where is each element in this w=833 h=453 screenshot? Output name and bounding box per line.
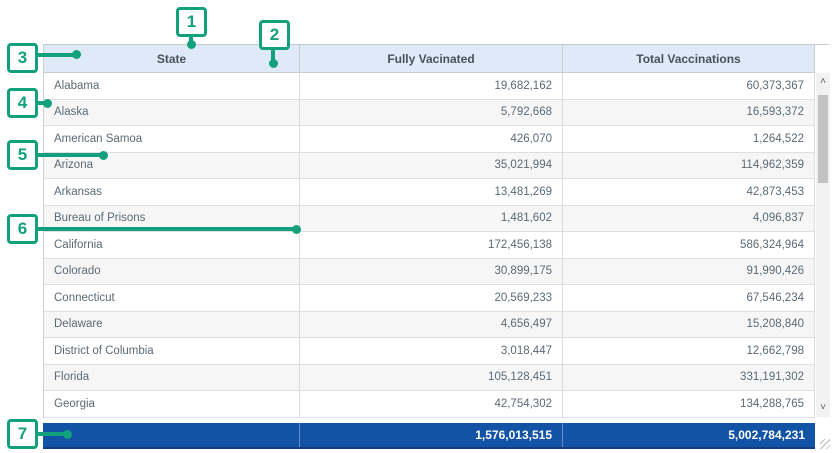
- cell-total-vaccinations[interactable]: 16,593,372: [563, 100, 815, 126]
- callout-3-stem: [36, 53, 76, 57]
- table-row[interactable]: Arkansas 13,481,269 42,873,453: [44, 179, 815, 206]
- callout-5-stem: [36, 153, 102, 157]
- table-top-border: [43, 44, 829, 45]
- cell-fully-vacinated[interactable]: 35,021,994: [300, 153, 563, 179]
- cell-fully-vacinated[interactable]: 42,754,302: [300, 391, 563, 417]
- cell-total-vaccinations[interactable]: 1,264,522: [563, 126, 815, 152]
- totals-cell-fully-vacinated: 1,576,013,515: [300, 423, 563, 447]
- callout-7-box: 7: [7, 419, 38, 449]
- callout-1-dot: [187, 40, 196, 49]
- cell-state[interactable]: Florida: [44, 365, 300, 391]
- cell-total-vaccinations[interactable]: 134,288,765: [563, 391, 815, 417]
- cell-fully-vacinated[interactable]: 19,682,162: [300, 73, 563, 99]
- table-row[interactable]: Colorado 30,899,175 91,990,426: [44, 259, 815, 286]
- callout-5-label: 5: [18, 145, 27, 165]
- table-row[interactable]: Alabama 19,682,162 60,373,367: [44, 73, 815, 100]
- resize-grip-icon: [820, 439, 830, 449]
- callout-7-stem: [36, 432, 66, 436]
- cell-total-vaccinations[interactable]: 4,096,837: [563, 206, 815, 232]
- callout-6-stem: [36, 227, 294, 231]
- cell-state[interactable]: California: [44, 232, 300, 258]
- cell-fully-vacinated[interactable]: 3,018,447: [300, 338, 563, 364]
- table-row[interactable]: Georgia 42,754,302 134,288,765: [44, 391, 815, 418]
- table-row[interactable]: Arizona 35,021,994 114,962,359: [44, 153, 815, 180]
- cell-total-vaccinations[interactable]: 67,546,234: [563, 285, 815, 311]
- cell-state[interactable]: Delaware: [44, 312, 300, 338]
- table-row[interactable]: Delaware 4,656,497 15,208,840: [44, 312, 815, 339]
- callout-5-dot: [99, 151, 108, 160]
- callout-3-label: 3: [18, 48, 27, 68]
- cell-fully-vacinated[interactable]: 13,481,269: [300, 179, 563, 205]
- scroll-up-icon[interactable]: ˄: [816, 75, 830, 89]
- table-row[interactable]: Florida 105,128,451 331,191,302: [44, 365, 815, 392]
- cell-fully-vacinated[interactable]: 426,070: [300, 126, 563, 152]
- callout-5-box: 5: [7, 140, 38, 170]
- cell-state[interactable]: Colorado: [44, 259, 300, 285]
- cell-state[interactable]: Connecticut: [44, 285, 300, 311]
- cell-total-vaccinations[interactable]: 91,990,426: [563, 259, 815, 285]
- totals-cell-total-vaccinations: 5,002,784,231: [563, 423, 815, 447]
- cell-total-vaccinations[interactable]: 12,662,798: [563, 338, 815, 364]
- annotated-table-screenshot: State Fully Vacinated Total Vaccinations…: [0, 0, 833, 453]
- vertical-scrollbar[interactable]: ˄ ˅: [816, 73, 830, 417]
- cell-state[interactable]: American Samoa: [44, 126, 300, 152]
- cell-fully-vacinated[interactable]: 105,128,451: [300, 365, 563, 391]
- callout-4-label: 4: [18, 93, 27, 113]
- callout-2-label: 2: [270, 25, 279, 45]
- totals-cell-state: [43, 423, 300, 447]
- cell-state[interactable]: Alabama: [44, 73, 300, 99]
- cell-fully-vacinated[interactable]: 4,656,497: [300, 312, 563, 338]
- cell-fully-vacinated[interactable]: 172,456,138: [300, 232, 563, 258]
- callout-1-box: 1: [176, 7, 207, 37]
- cell-total-vaccinations[interactable]: 15,208,840: [563, 312, 815, 338]
- scrollbar-thumb[interactable]: [818, 95, 828, 183]
- table-header-row: State Fully Vacinated Total Vaccinations: [44, 45, 815, 73]
- cell-total-vaccinations[interactable]: 586,324,964: [563, 232, 815, 258]
- cell-total-vaccinations[interactable]: 42,873,453: [563, 179, 815, 205]
- callout-6-label: 6: [18, 219, 27, 239]
- callout-4-dot: [43, 99, 52, 108]
- callout-6-dot: [292, 225, 301, 234]
- cell-state[interactable]: Alaska: [44, 100, 300, 126]
- cell-fully-vacinated[interactable]: 20,569,233: [300, 285, 563, 311]
- callout-6-box: 6: [7, 214, 38, 244]
- cell-state[interactable]: District of Columbia: [44, 338, 300, 364]
- cell-fully-vacinated[interactable]: 5,792,668: [300, 100, 563, 126]
- column-header-total-vaccinations[interactable]: Total Vaccinations: [563, 45, 815, 72]
- cell-total-vaccinations[interactable]: 60,373,367: [563, 73, 815, 99]
- cell-fully-vacinated[interactable]: 30,899,175: [300, 259, 563, 285]
- cell-state[interactable]: Arkansas: [44, 179, 300, 205]
- table-row[interactable]: District of Columbia 3,018,447 12,662,79…: [44, 338, 815, 365]
- callout-2-dot: [269, 59, 278, 68]
- cell-total-vaccinations[interactable]: 331,191,302: [563, 365, 815, 391]
- callout-7-label: 7: [18, 424, 27, 444]
- callout-1-label: 1: [187, 12, 196, 32]
- table-row[interactable]: American Samoa 426,070 1,264,522: [44, 126, 815, 153]
- cell-state[interactable]: Georgia: [44, 391, 300, 417]
- table-body: Alabama 19,682,162 60,373,367 Alaska 5,7…: [44, 73, 815, 418]
- cell-total-vaccinations[interactable]: 114,962,359: [563, 153, 815, 179]
- callout-3-dot: [72, 50, 81, 59]
- callout-2-box: 2: [259, 20, 290, 50]
- scroll-down-icon[interactable]: ˅: [816, 401, 830, 415]
- totals-row: 1,576,013,515 5,002,784,231: [43, 423, 815, 449]
- table-row[interactable]: Alaska 5,792,668 16,593,372: [44, 100, 815, 127]
- table-row[interactable]: Connecticut 20,569,233 67,546,234: [44, 285, 815, 312]
- cell-fully-vacinated[interactable]: 1,481,602: [300, 206, 563, 232]
- callout-7-dot: [63, 430, 72, 439]
- table-row[interactable]: California 172,456,138 586,324,964: [44, 232, 815, 259]
- callout-3-box: 3: [7, 43, 38, 73]
- callout-4-box: 4: [7, 88, 38, 118]
- column-header-fully-vacinated[interactable]: Fully Vacinated: [300, 45, 563, 72]
